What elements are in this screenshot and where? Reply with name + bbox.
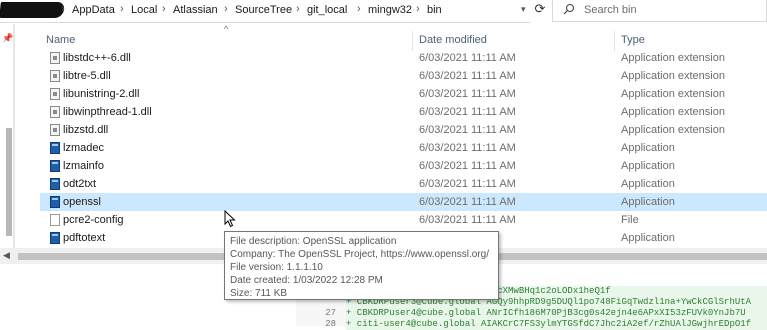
redaction-mark — [0, 2, 65, 18]
diff-line-number: 28 — [325, 319, 336, 329]
file-type: Application — [621, 196, 675, 208]
breadcrumb-item[interactable]: bin — [427, 4, 442, 16]
breadcrumb-separator-icon[interactable]: › — [162, 3, 166, 15]
scroll-left-icon[interactable]: ◀ — [3, 250, 13, 262]
nav-pane-scrollbar-track[interactable] — [13, 24, 15, 262]
file-name: libunistring-2.dll — [63, 88, 140, 100]
pin-icon[interactable]: 📌 — [2, 33, 13, 43]
file-name: lzmadec — [63, 142, 104, 154]
breadcrumb-separator-icon[interactable]: › — [296, 3, 300, 15]
file-row[interactable]: odt2txt 6/03/2021 11:11 AM Application — [40, 175, 767, 193]
tooltip-size: Size: 711 KB — [230, 288, 288, 299]
file-date-modified: 6/03/2021 11:11 AM — [419, 214, 516, 226]
tooltip-description: File description: OpenSSL application — [230, 236, 397, 247]
file-row[interactable]: libtre-5.dll 6/03/2021 11:11 AM Applicatio… — [40, 67, 767, 85]
breadcrumb-item[interactable]: Local — [131, 4, 157, 16]
file-info-tooltip: File description: OpenSSL application Co… — [224, 231, 499, 300]
dll-file-icon — [50, 52, 60, 64]
column-name[interactable]: Name — [46, 31, 416, 49]
column-divider[interactable] — [412, 31, 413, 51]
breadcrumb-separator-icon[interactable]: › — [357, 3, 361, 15]
file-row[interactable]: libstdc++-6.dll 6/03/2021 11:11 AM Applica… — [40, 49, 767, 67]
file-row[interactable]: pcre2-config 6/03/2021 11:11 AM File — [40, 211, 767, 229]
breadcrumb-separator-icon[interactable]: › — [224, 3, 228, 15]
refresh-icon[interactable]: ⟳ — [532, 1, 548, 19]
diff-line: + citi-user4@cube.global AIAKCrC7FS3ylmY… — [346, 319, 767, 330]
file-row[interactable]: libwinpthread-1.dll 6/03/2021 11:11 AM App… — [40, 103, 767, 121]
file-date-modified: 6/03/2021 11:11 AM — [419, 52, 516, 64]
dll-file-icon — [50, 70, 60, 82]
file-type: Application extension — [621, 124, 725, 136]
breadcrumb-separator-icon[interactable]: › — [416, 3, 420, 15]
application-icon — [50, 160, 60, 172]
file-type: Application extension — [621, 106, 725, 118]
file-row[interactable]: libunistring-2.dll 6/03/2021 11:11 AM Appl… — [40, 85, 767, 103]
file-row[interactable]: openssl 6/03/2021 11:11 AM Application — [40, 193, 767, 211]
search-icon — [563, 3, 575, 15]
breadcrumb-item[interactable]: AppData — [72, 4, 115, 16]
file-type: Application — [621, 178, 675, 190]
file-name: pcre2-config — [63, 214, 124, 226]
file-row[interactable]: lzmadec 6/03/2021 11:11 AM Application — [40, 139, 767, 157]
file-type: Application extension — [621, 52, 725, 64]
file-date-modified: 6/03/2021 11:11 AM — [419, 178, 516, 190]
breadcrumb-separator-icon[interactable]: › — [120, 3, 124, 15]
tooltip-date-created: Date created: 1/03/2022 12:28 PM — [230, 275, 383, 286]
file-type: Application — [621, 232, 675, 244]
file-type: Application extension — [621, 88, 725, 100]
dll-file-icon — [50, 106, 60, 118]
application-icon — [50, 178, 60, 190]
column-divider[interactable] — [614, 31, 615, 51]
file-name: lzmainfo — [63, 160, 104, 172]
file-name: odt2txt — [63, 178, 97, 190]
file-name: libtre-5.dll — [63, 70, 111, 82]
tooltip-company: Company: The OpenSSL Project, https://ww… — [230, 249, 490, 260]
file-row[interactable]: lzmainfo 6/03/2021 11:11 AM Application — [40, 157, 767, 175]
file-type: Application extension — [621, 70, 725, 82]
file-name: libstdc++-6.dll — [63, 52, 131, 64]
sort-ascending-icon: ^ — [224, 24, 229, 34]
tooltip-version: File version: 1.1.1.10 — [230, 262, 323, 273]
breadcrumb-item[interactable]: git_local — [307, 4, 347, 16]
application-icon — [50, 142, 60, 154]
file-type: File — [621, 214, 639, 226]
file-type: Application — [621, 142, 675, 154]
application-icon — [50, 232, 60, 244]
address-dropdown-icon[interactable]: ▾ — [521, 4, 531, 16]
diff-line-number: 27 — [325, 308, 336, 318]
column-header: Name Date modified Type — [35, 31, 767, 51]
diff-line: + CBKDRPuser4@cube.global ANrICfh186M70P… — [346, 308, 767, 319]
file-date-modified: 6/03/2021 11:11 AM — [419, 196, 516, 208]
file-date-modified: 6/03/2021 11:11 AM — [419, 160, 516, 172]
breadcrumb-item[interactable]: SourceTree — [235, 4, 292, 16]
column-type[interactable]: Type — [621, 31, 761, 49]
column-date-modified[interactable]: Date modified — [419, 31, 619, 49]
file-date-modified: 6/03/2021 11:11 AM — [419, 106, 516, 118]
file-row[interactable]: libzstd.dll 6/03/2021 11:11 AM Application… — [40, 121, 767, 139]
file-name: libzstd.dll — [63, 124, 109, 136]
search-input[interactable] — [584, 3, 754, 17]
file-name: openssl — [63, 196, 101, 208]
breadcrumb-item[interactable]: Atlassian — [173, 4, 218, 16]
file-date-modified: 6/03/2021 11:11 AM — [419, 142, 516, 154]
breadcrumb-item[interactable]: mingw32 — [368, 4, 412, 16]
application-icon — [50, 196, 60, 208]
nav-pane-scrollbar-thumb[interactable] — [6, 128, 12, 236]
file-date-modified: 6/03/2021 11:11 AM — [419, 124, 516, 136]
file-type: Application — [621, 160, 675, 172]
file-date-modified: 6/03/2021 11:11 AM — [419, 70, 516, 82]
file-date-modified: 6/03/2021 11:11 AM — [419, 88, 516, 100]
dll-file-icon — [50, 124, 60, 136]
file-name: pdftotext — [63, 232, 106, 244]
file-name: libwinpthread-1.dll — [63, 106, 152, 118]
dll-file-icon — [50, 88, 60, 100]
breadcrumb-separator-icon[interactable]: › — [61, 3, 65, 15]
mouse-pointer-icon — [224, 210, 236, 228]
generic-file-icon — [50, 214, 60, 226]
